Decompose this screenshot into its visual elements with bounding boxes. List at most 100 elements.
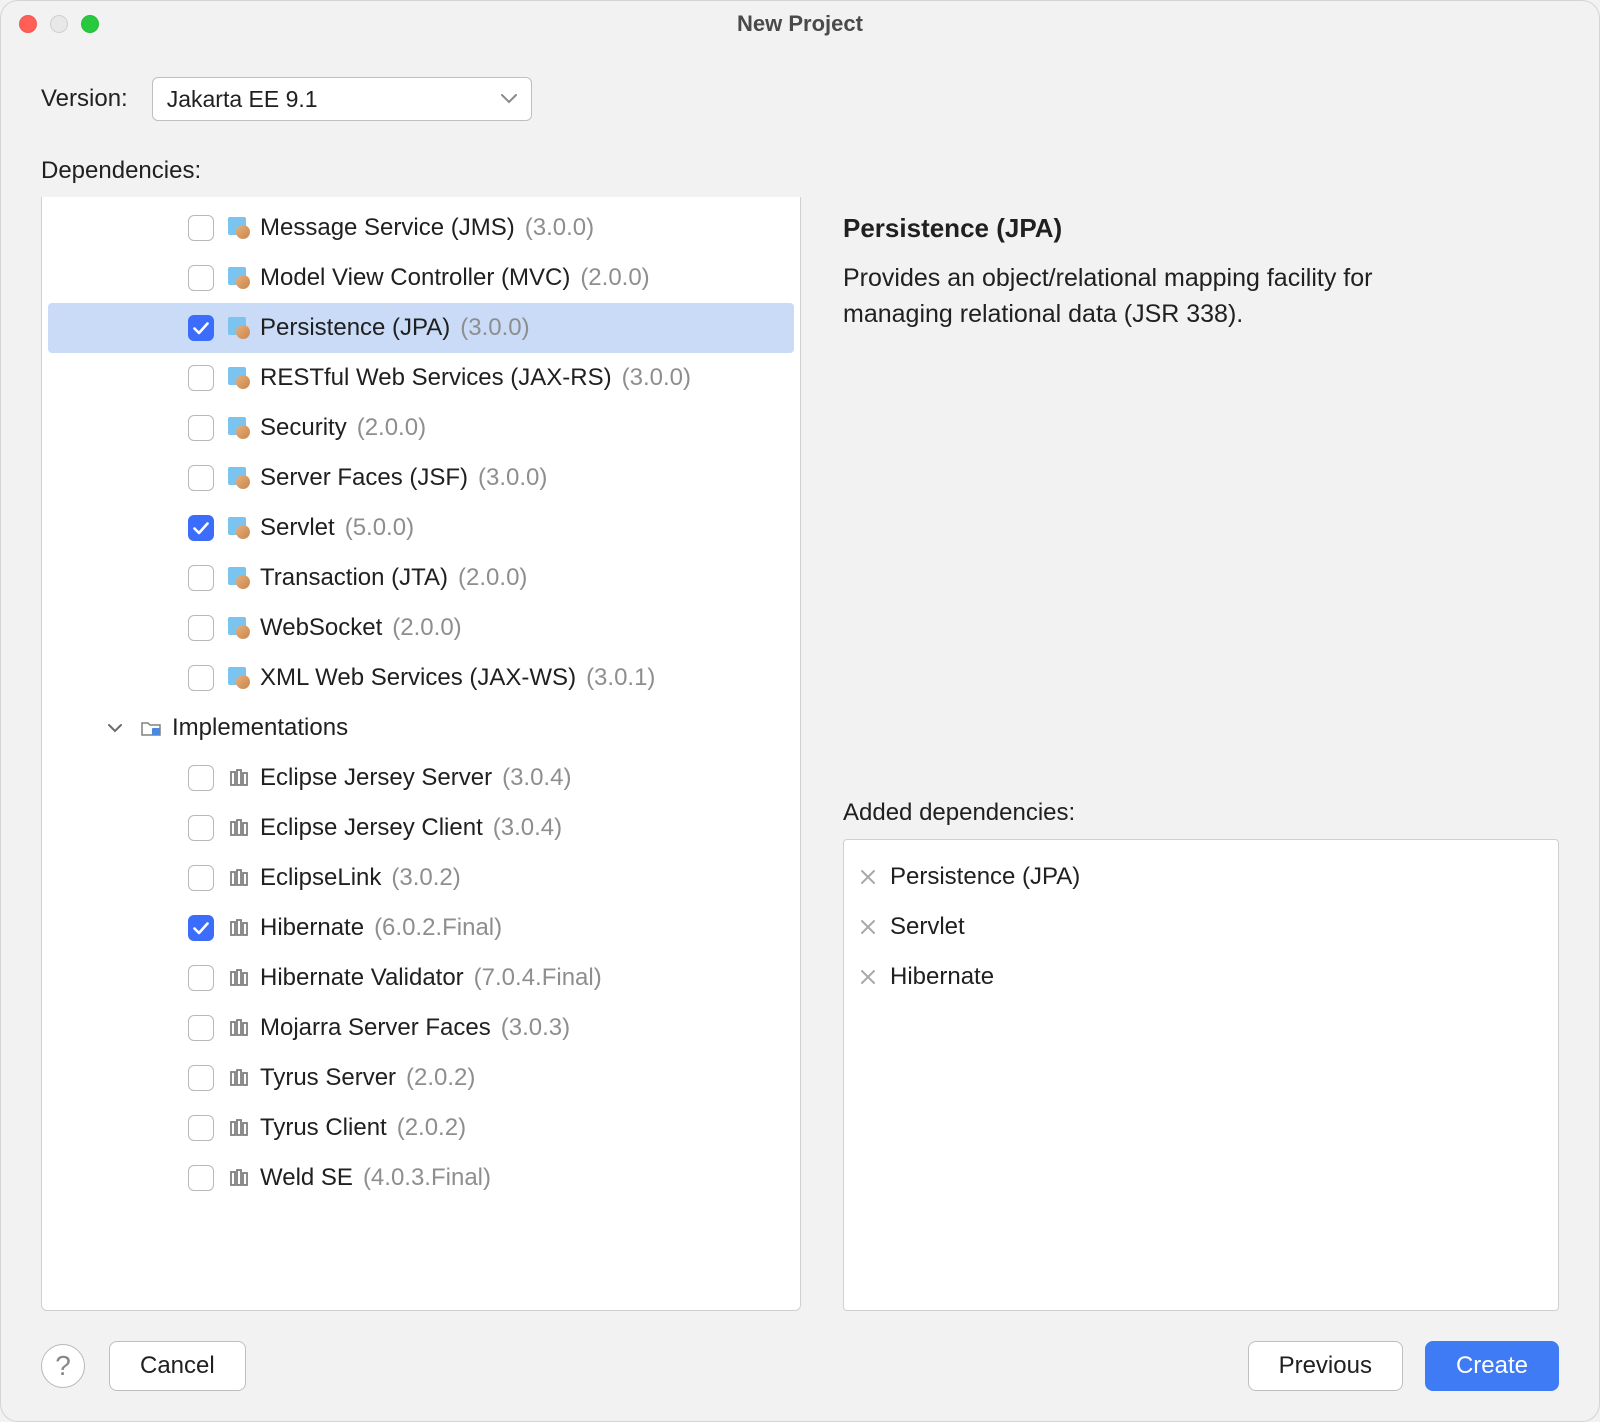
version-row: Version: Jakarta EE 9.1 xyxy=(41,77,1559,121)
tree-item-version: (3.0.4) xyxy=(493,814,562,842)
checkbox[interactable] xyxy=(188,465,214,491)
tree-item-version: (3.0.2) xyxy=(391,864,460,892)
version-label: Version: xyxy=(41,85,128,113)
added-dependencies-label: Added dependencies: xyxy=(843,799,1559,827)
new-project-window: New Project Version: Jakarta EE 9.1 Depe… xyxy=(0,0,1600,1422)
checkbox[interactable] xyxy=(188,265,214,291)
tree-item-version: (3.0.0) xyxy=(478,464,547,492)
spec-file-icon xyxy=(228,217,250,239)
tree-item[interactable]: Message Service (JMS)(3.0.0) xyxy=(42,203,800,253)
tree-item[interactable]: Eclipse Jersey Server (3.0.4) xyxy=(42,753,800,803)
tree-item-version: (3.0.0) xyxy=(622,364,691,392)
dialog-footer: ? Cancel Previous Create xyxy=(1,1311,1599,1421)
window-close-button[interactable] xyxy=(19,15,37,33)
checkbox[interactable] xyxy=(188,915,214,941)
checkbox[interactable] xyxy=(188,565,214,591)
library-icon xyxy=(228,1117,250,1139)
checkbox[interactable] xyxy=(188,315,214,341)
dialog-content: Version: Jakarta EE 9.1 Dependencies: Me… xyxy=(1,47,1599,1311)
tree-item-version: (2.0.2) xyxy=(397,1114,466,1142)
tree-item-label: XML Web Services (JAX-WS) xyxy=(260,664,576,692)
checkbox[interactable] xyxy=(188,1015,214,1041)
tree-item[interactable]: XML Web Services (JAX-WS)(3.0.1) xyxy=(42,653,800,703)
checkbox[interactable] xyxy=(188,365,214,391)
checkbox[interactable] xyxy=(188,865,214,891)
library-icon xyxy=(228,867,250,889)
remove-dependency-button[interactable] xyxy=(860,919,876,935)
tree-item[interactable]: Mojarra Server Faces(3.0.3) xyxy=(42,1003,800,1053)
create-button-label: Create xyxy=(1456,1352,1528,1380)
tree-item[interactable]: Security(2.0.0) xyxy=(42,403,800,453)
checkbox[interactable] xyxy=(188,215,214,241)
checkbox[interactable] xyxy=(188,765,214,791)
dependencies-tree-panel: Message Service (JMS)(3.0.0)Model View C… xyxy=(41,197,801,1311)
tree-item-version: (7.0.4.Final) xyxy=(474,964,602,992)
tree-item[interactable]: Transaction (JTA)(2.0.0) xyxy=(42,553,800,603)
library-icon xyxy=(228,1067,250,1089)
cancel-button-label: Cancel xyxy=(140,1352,215,1380)
tree-item[interactable]: Persistence (JPA)(3.0.0) xyxy=(48,303,794,353)
tree-item[interactable]: Tyrus Client(2.0.2) xyxy=(42,1103,800,1153)
cancel-button[interactable]: Cancel xyxy=(109,1341,246,1391)
checkbox[interactable] xyxy=(188,515,214,541)
checkbox[interactable] xyxy=(188,1065,214,1091)
library-icon xyxy=(228,917,250,939)
tree-item[interactable]: Servlet(5.0.0) xyxy=(42,503,800,553)
added-dependency-label: Hibernate xyxy=(890,963,994,991)
tree-item-label: Weld SE xyxy=(260,1164,353,1192)
detail-title: Persistence (JPA) xyxy=(843,213,1559,244)
spec-file-icon xyxy=(228,417,250,439)
tree-item-version: (3.0.3) xyxy=(501,1014,570,1042)
tree-item-label: WebSocket xyxy=(260,614,382,642)
checkbox[interactable] xyxy=(188,665,214,691)
tree-item-label: Security xyxy=(260,414,347,442)
tree-group-implementations[interactable]: Implementations xyxy=(42,703,800,753)
checkbox[interactable] xyxy=(188,615,214,641)
window-zoom-button[interactable] xyxy=(81,15,99,33)
tree-item-label: Servlet xyxy=(260,514,335,542)
tree-item[interactable]: Server Faces (JSF) (3.0.0) xyxy=(42,453,800,503)
spec-file-icon xyxy=(228,317,250,339)
tree-item[interactable]: Model View Controller (MVC)(2.0.0) xyxy=(42,253,800,303)
tree-item-version: (6.0.2.Final) xyxy=(374,914,502,942)
checkbox[interactable] xyxy=(188,1165,214,1191)
added-dependency-label: Servlet xyxy=(890,913,965,941)
dependencies-tree[interactable]: Message Service (JMS)(3.0.0)Model View C… xyxy=(42,197,800,1310)
tree-item[interactable]: EclipseLink (3.0.2) xyxy=(42,853,800,903)
help-button[interactable]: ? xyxy=(41,1344,85,1388)
checkbox[interactable] xyxy=(188,415,214,441)
added-dependency-label: Persistence (JPA) xyxy=(890,863,1080,891)
added-dependencies-panel: Persistence (JPA) Servlet Hibernate xyxy=(843,839,1559,1311)
tree-item[interactable]: Tyrus Server(2.0.2) xyxy=(42,1053,800,1103)
tree-item[interactable]: Hibernate(6.0.2.Final) xyxy=(42,903,800,953)
tree-item-label: Eclipse Jersey Server xyxy=(260,764,492,792)
tree-item-label: Transaction (JTA) xyxy=(260,564,448,592)
tree-item-label: Hibernate Validator xyxy=(260,964,464,992)
library-icon xyxy=(228,1017,250,1039)
remove-dependency-button[interactable] xyxy=(860,869,876,885)
tree-item[interactable]: Hibernate Validator (7.0.4.Final) xyxy=(42,953,800,1003)
previous-button[interactable]: Previous xyxy=(1248,1341,1403,1391)
tree-item-version: (2.0.0) xyxy=(392,614,461,642)
create-button[interactable]: Create xyxy=(1425,1341,1559,1391)
tree-item-label: EclipseLink xyxy=(260,864,381,892)
tree-item-label: Server Faces (JSF) xyxy=(260,464,468,492)
checkbox[interactable] xyxy=(188,965,214,991)
checkbox[interactable] xyxy=(188,815,214,841)
window-minimize-button[interactable] xyxy=(50,15,68,33)
added-dependency-item: Servlet xyxy=(860,902,1542,952)
tree-item[interactable]: Weld SE(4.0.3.Final) xyxy=(42,1153,800,1203)
tree-item[interactable]: WebSocket (2.0.0) xyxy=(42,603,800,653)
spec-file-icon xyxy=(228,467,250,489)
remove-dependency-button[interactable] xyxy=(860,969,876,985)
checkbox[interactable] xyxy=(188,1115,214,1141)
dependencies-label: Dependencies: xyxy=(41,157,1559,185)
tree-item[interactable]: Eclipse Jersey Client(3.0.4) xyxy=(42,803,800,853)
tree-item-version: (2.0.0) xyxy=(580,264,649,292)
tree-item[interactable]: RESTful Web Services (JAX-RS)(3.0.0) xyxy=(42,353,800,403)
tree-item-version: (2.0.2) xyxy=(406,1064,475,1092)
added-dependency-item: Persistence (JPA) xyxy=(860,852,1542,902)
version-select[interactable]: Jakarta EE 9.1 xyxy=(152,77,532,121)
tree-item-version: (3.0.4) xyxy=(502,764,571,792)
tree-item-version: (3.0.0) xyxy=(525,214,594,242)
